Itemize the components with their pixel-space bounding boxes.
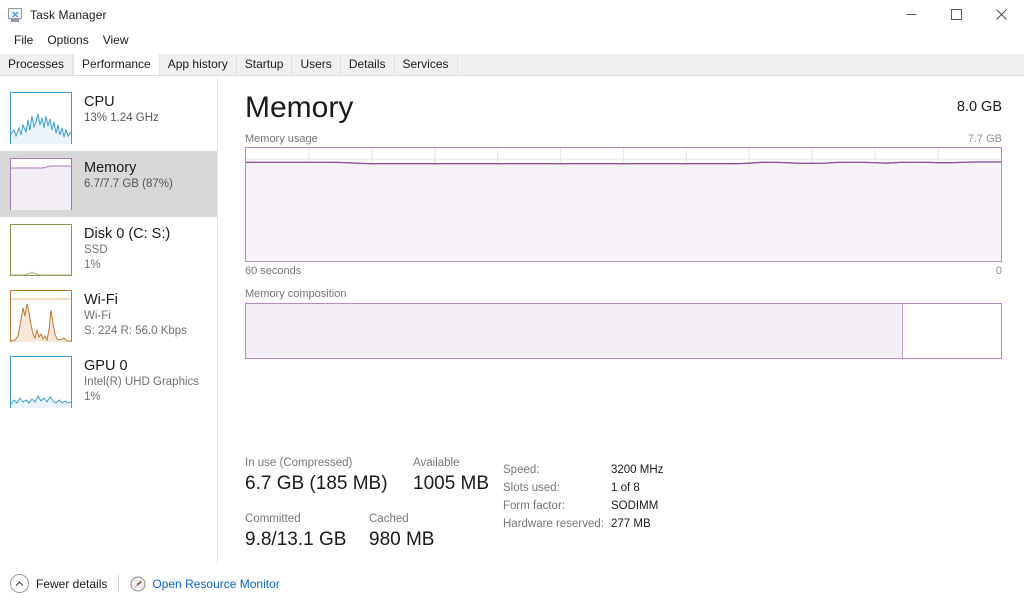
stat-slots-used: Slots used: 1 of 8 bbox=[503, 479, 663, 497]
usage-graph-bottom-labels: 60 seconds 0 bbox=[245, 262, 1002, 279]
resource-sidebar: CPU 13% 1.24 GHz Memory 6.7/7.7 GB (87%) bbox=[0, 77, 218, 564]
stat-key-speed: Speed: bbox=[503, 464, 540, 476]
tab-strip: Processes Performance App history Startu… bbox=[0, 54, 1024, 76]
sidebar-item-sub2-disk0: 1% bbox=[84, 259, 101, 271]
window-controls bbox=[889, 0, 1024, 29]
chevron-up-icon bbox=[10, 574, 29, 593]
open-resource-monitor-label: Open Resource Monitor bbox=[152, 576, 280, 591]
stat-label-committed: Committed bbox=[245, 513, 301, 525]
usage-graph-ymax: 7.7 GB bbox=[967, 133, 1002, 145]
stat-value-committed: 9.8/13.1 GB bbox=[245, 529, 347, 550]
stat-label-available: Available bbox=[413, 457, 460, 469]
sidebar-item-wifi[interactable]: Wi-Fi Wi-Fi S: 224 R: 56.0 Kbps bbox=[0, 283, 217, 349]
menu-item-view[interactable]: View bbox=[96, 31, 136, 50]
memory-composition-label: Memory composition bbox=[245, 288, 347, 300]
sidebar-item-label-memory: Memory bbox=[84, 160, 137, 176]
sidebar-item-cpu[interactable]: CPU 13% 1.24 GHz bbox=[0, 85, 217, 151]
fewer-details-label: Fewer details bbox=[36, 576, 108, 591]
resource-monitor-icon bbox=[130, 576, 146, 592]
window-title: Task Manager bbox=[30, 7, 107, 22]
sidebar-item-disk0[interactable]: Disk 0 (C: S:) SSD 1% bbox=[0, 217, 217, 283]
stat-value-in-use: 6.7 GB (185 MB) bbox=[245, 473, 388, 494]
sidebar-item-gpu0[interactable]: GPU 0 Intel(R) UHD Graphics 1% bbox=[0, 349, 217, 415]
usage-graph-title: Memory usage bbox=[245, 133, 318, 145]
stat-value-available: 1005 MB bbox=[413, 473, 490, 494]
stat-value-cached: 980 MB bbox=[369, 529, 435, 550]
tab-users[interactable]: Users bbox=[292, 54, 341, 75]
tab-performance[interactable]: Performance bbox=[73, 54, 160, 75]
tab-startup[interactable]: Startup bbox=[236, 54, 293, 75]
tab-processes[interactable]: Processes bbox=[0, 54, 74, 75]
gpu-thumbnail-graph bbox=[10, 356, 72, 408]
sidebar-item-label-gpu0: GPU 0 bbox=[84, 358, 128, 374]
composition-segment-free bbox=[902, 304, 1001, 358]
tab-details[interactable]: Details bbox=[340, 54, 395, 75]
close-button[interactable] bbox=[979, 0, 1024, 29]
menu-item-options[interactable]: Options bbox=[40, 31, 95, 50]
sidebar-item-label-wifi: Wi-Fi bbox=[84, 292, 118, 308]
sidebar-item-sub-cpu: 13% 1.24 GHz bbox=[84, 112, 159, 124]
stat-label-in-use: In use (Compressed) bbox=[245, 457, 353, 469]
page-title: Memory bbox=[245, 91, 354, 124]
stat-hardware-reserved: Hardware reserved: 277 MB bbox=[503, 515, 663, 533]
memory-thumbnail-graph bbox=[10, 158, 72, 210]
statistics-secondary-column: Speed: 3200 MHz Slots used: 1 of 8 Form … bbox=[503, 461, 663, 533]
title-bar: Task Manager bbox=[0, 0, 1024, 29]
sidebar-item-sub-disk0: SSD bbox=[84, 244, 108, 256]
stat-speed: Speed: 3200 MHz bbox=[503, 461, 663, 479]
sidebar-item-sub-wifi: Wi-Fi bbox=[84, 310, 111, 322]
task-manager-icon bbox=[7, 7, 23, 23]
usage-graph-xlabel: 60 seconds bbox=[245, 265, 302, 277]
stat-label-cached: Cached bbox=[369, 513, 409, 525]
memory-composition-bar[interactable] bbox=[245, 303, 1002, 359]
task-manager-window: Task Manager File Options View Processes… bbox=[0, 0, 1024, 603]
sidebar-item-memory[interactable]: Memory 6.7/7.7 GB (87%) bbox=[0, 151, 217, 217]
tab-services[interactable]: Services bbox=[394, 54, 458, 75]
status-bar: Fewer details Open Resource Monitor bbox=[0, 564, 1024, 603]
open-resource-monitor-button[interactable]: Open Resource Monitor bbox=[130, 576, 280, 592]
tab-app-history[interactable]: App history bbox=[159, 54, 237, 75]
menu-item-file[interactable]: File bbox=[7, 31, 40, 50]
stat-form-factor: Form factor: SODIMM bbox=[503, 497, 663, 515]
stat-key-hardware-reserved: Hardware reserved: bbox=[503, 518, 604, 530]
usage-graph-top-labels: Memory usage 7.7 GB bbox=[245, 132, 1002, 147]
composition-segment-in-use bbox=[246, 304, 903, 358]
sidebar-item-sub-memory: 6.7/7.7 GB (87%) bbox=[84, 178, 173, 190]
memory-statistics: In use (Compressed) 6.7 GB (185 MB) Avai… bbox=[245, 455, 1002, 603]
usage-graph-ymin: 0 bbox=[995, 265, 1002, 277]
stat-key-form-factor: Form factor: bbox=[503, 500, 565, 512]
sidebar-item-label-cpu: CPU bbox=[84, 94, 115, 110]
stat-val-speed: 3200 MHz bbox=[611, 464, 664, 476]
sidebar-item-sub2-wifi: S: 224 R: 56.0 Kbps bbox=[84, 325, 187, 337]
stat-row-1: In use (Compressed) 6.7 GB (185 MB) Avai… bbox=[245, 455, 495, 511]
stat-val-hardware-reserved: 277 MB bbox=[611, 518, 651, 530]
sidebar-item-label-disk0: Disk 0 (C: S:) bbox=[84, 226, 171, 242]
stat-row-2: Committed 9.8/13.1 GB Cached 980 MB bbox=[245, 511, 495, 567]
stat-key-slots-used: Slots used: bbox=[503, 482, 560, 494]
menu-bar: File Options View bbox=[0, 30, 1024, 51]
total-capacity-label: 8.0 GB bbox=[956, 99, 1002, 115]
panel-header: Memory 8.0 GB bbox=[245, 90, 1002, 132]
stat-val-slots-used: 1 of 8 bbox=[611, 482, 640, 494]
maximize-button[interactable] bbox=[934, 0, 979, 29]
wifi-thumbnail-graph bbox=[10, 290, 72, 342]
memory-usage-block: Memory usage 7.7 GB 60 seconds 0 Memory … bbox=[245, 132, 1002, 359]
disk-thumbnail-graph bbox=[10, 224, 72, 276]
cpu-thumbnail-graph bbox=[10, 92, 72, 144]
status-divider bbox=[118, 575, 120, 592]
performance-detail-panel: Memory 8.0 GB Memory usage 7.7 GB 60 sec… bbox=[219, 77, 1024, 603]
memory-usage-graph bbox=[245, 147, 1002, 262]
sidebar-item-sub-gpu0: Intel(R) UHD Graphics bbox=[84, 376, 200, 388]
stat-val-form-factor: SODIMM bbox=[611, 500, 659, 512]
sidebar-item-sub2-gpu0: 1% bbox=[84, 391, 101, 403]
minimize-button[interactable] bbox=[889, 0, 934, 29]
fewer-details-button[interactable]: Fewer details bbox=[10, 574, 107, 593]
